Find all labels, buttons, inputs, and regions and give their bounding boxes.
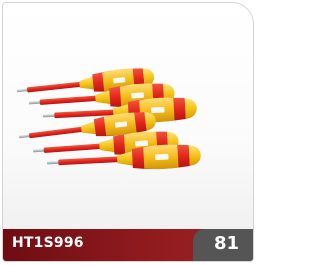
page-number: 81 <box>213 233 239 254</box>
product-card[interactable]: HT1S996 81 <box>2 2 254 262</box>
product-photo <box>3 3 253 229</box>
page-number-tab: 81 <box>193 229 253 261</box>
product-code-label: HT1S996 <box>12 235 84 251</box>
screwdriver-set-image <box>15 65 202 176</box>
product-footer-bar: HT1S996 81 <box>3 229 253 261</box>
